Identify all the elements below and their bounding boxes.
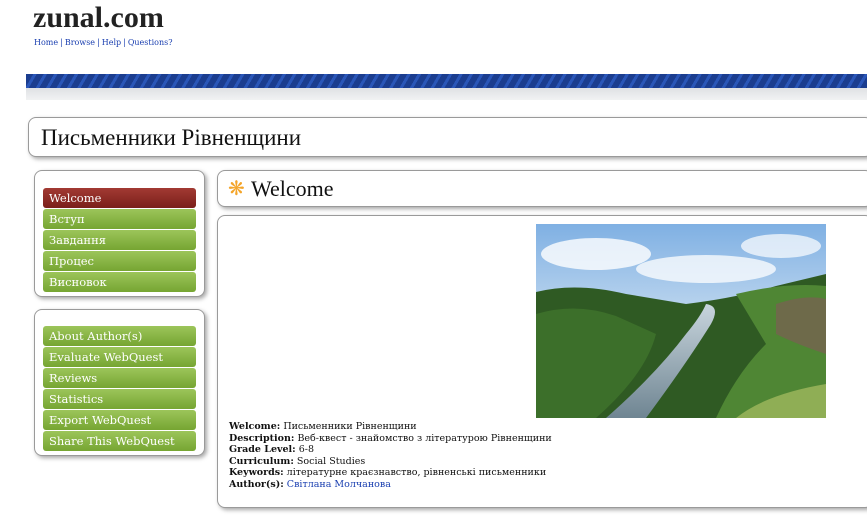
page-title-box: Письменники Рівненщини (28, 117, 867, 157)
sidebar-item-protses[interactable]: Процес (43, 251, 196, 271)
detail-description: Description: Веб-квест - знайомство з лі… (229, 433, 552, 445)
flower-icon: ❋ (228, 176, 245, 200)
detail-grade-value: 6-8 (298, 444, 315, 456)
detail-description-label: Description: (229, 432, 295, 444)
sidebar-item-reviews[interactable]: Reviews (43, 368, 196, 388)
site-logo[interactable]: zunal.com (33, 6, 164, 30)
sidebar-main-menu: Welcome Вступ Завдання Процес Висновок (34, 170, 205, 297)
detail-grade: Grade Level: 6-8 (229, 444, 552, 456)
author-link[interactable]: Світлана Молчанова (287, 479, 391, 490)
detail-keywords: Keywords: літературне краєзнавство, рівн… (229, 467, 552, 479)
nav-browse-link[interactable]: Browse (65, 38, 95, 47)
detail-keywords-value: літературне краєзнавство, рівненські пис… (286, 467, 547, 479)
section-header: ❋ Welcome (217, 170, 867, 207)
detail-curriculum-value: Social Studies (296, 455, 366, 467)
sidebar-item-share[interactable]: Share This WebQuest (43, 431, 196, 451)
sidebar-item-vysnovok[interactable]: Висновок (43, 272, 196, 292)
page-title: Письменники Рівненщини (41, 125, 302, 150)
sidebar-item-statistics[interactable]: Statistics (43, 389, 196, 409)
detail-grade-label: Grade Level: (229, 444, 296, 456)
sidebar-item-vstup[interactable]: Вступ (43, 209, 196, 229)
content-panel: Welcome: Письменники Рівненщини Descript… (217, 215, 867, 508)
detail-curriculum: Curriculum: Social Studies (229, 456, 552, 468)
detail-authors: Author(s): Світлана Молчанова (229, 479, 552, 491)
detail-keywords-label: Keywords: (229, 467, 284, 479)
header-stripe (26, 74, 867, 88)
sidebar-item-zavdannia[interactable]: Завдання (43, 230, 196, 250)
sidebar-item-about-authors[interactable]: About Author(s) (43, 326, 196, 346)
detail-welcome-label: Welcome: (229, 421, 281, 432)
sidebar-item-export[interactable]: Export WebQuest (43, 410, 196, 430)
nav-home-link[interactable]: Home (34, 38, 58, 47)
header-band (26, 88, 867, 100)
sidebar-item-evaluate[interactable]: Evaluate WebQuest (43, 347, 196, 367)
detail-welcome: Welcome: Письменники Рівненщини (229, 421, 552, 433)
sidebar-item-welcome[interactable]: Welcome (43, 188, 196, 208)
section-title: Welcome (251, 176, 334, 201)
detail-welcome-value: Письменники Рівненщини (283, 421, 417, 432)
nav-help-link[interactable]: Help (102, 38, 121, 47)
detail-curriculum-label: Curriculum: (229, 455, 294, 467)
detail-authors-label: Author(s): (229, 478, 284, 490)
sidebar-extra-menu: About Author(s) Evaluate WebQuest Review… (34, 309, 205, 456)
nav-questions-link[interactable]: Questions? (128, 38, 173, 47)
webquest-details: Welcome: Письменники Рівненщини Descript… (229, 421, 552, 491)
top-nav: Home | Browse | Help | Questions? (34, 38, 173, 47)
river-landscape-image (536, 224, 826, 418)
detail-description-value: Веб-квест - знайомство з літературою Рів… (297, 432, 552, 444)
